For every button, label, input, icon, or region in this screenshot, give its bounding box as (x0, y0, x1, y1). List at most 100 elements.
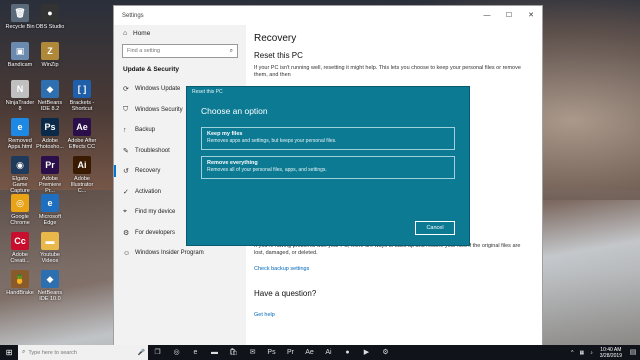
desktop-icon-label: Removed Apps.html (7, 138, 33, 150)
keep-my-files-option[interactable]: Keep my files Removes apps and settings,… (201, 127, 455, 150)
chrome-icon: ◎ (11, 194, 29, 212)
sidebar-item-home[interactable]: ⌂ Home (114, 25, 246, 41)
chrome-taskbar-icon[interactable]: ◎ (167, 345, 186, 360)
backup-icon: ↑ (123, 126, 127, 134)
handbrake-icon: 🍍 (11, 270, 29, 288)
netbeans-icon: ◆ (41, 270, 59, 288)
sidebar-item-label: Recovery (135, 168, 161, 175)
desktop-icon[interactable]: Ps Adobe Photosho... (34, 118, 66, 158)
desktop-icon[interactable]: Cc Adobe Creati... (4, 232, 36, 272)
desktop-icon-label: Recycle Bin (5, 24, 35, 30)
desktop-icon-label: Bandicam (7, 62, 33, 68)
desktop-icon[interactable]: 🍍 HandBrake (4, 270, 36, 310)
cancel-button[interactable]: Cancel (415, 221, 455, 235)
desktop-icon-label: OBS Studio (35, 24, 65, 30)
reset-heading: Reset this PC (254, 51, 303, 60)
sidebar-item-label: Activation (135, 188, 162, 195)
settings-search[interactable]: ⌕ (122, 44, 238, 58)
sidebar-item-label: Backup (135, 127, 156, 134)
illustrator-icon: Ai (73, 156, 91, 174)
elgato-icon: ◉ (11, 156, 29, 174)
store-icon[interactable]: 🛍 (224, 345, 243, 360)
desktop-icon[interactable]: ◆ NetBeans IDE 10.0 (34, 270, 66, 310)
volume-icon[interactable]: ♪ (587, 350, 596, 356)
illustrator-taskbar-icon[interactable]: Ai (319, 345, 338, 360)
photoshop-taskbar-icon[interactable]: Ps (262, 345, 281, 360)
obs-taskbar-icon[interactable]: ● (338, 345, 357, 360)
desktop-icon[interactable]: Ae Adobe After Effects CC (66, 118, 98, 158)
maximize-button[interactable]: ☐ (498, 6, 520, 25)
sidebar-item-label: Windows Update (135, 86, 181, 93)
chevron-up-icon[interactable]: ^ (568, 350, 576, 356)
pinned-apps: ❐ ◎ e ▬ 🛍 ✉ Ps Pr Ae Ai ● ▶ ⚙ (148, 345, 395, 360)
option-title: Keep my files (207, 131, 243, 137)
folder-icon: ▬ (41, 232, 59, 250)
after-effects-taskbar-icon[interactable]: Ae (300, 345, 319, 360)
desktop-icon-label: Microsoft Edge (38, 214, 62, 226)
wrench-icon: ✎ (123, 147, 129, 155)
home-icon: ⌂ (123, 29, 128, 37)
minimize-button[interactable]: — (476, 6, 498, 25)
media-taskbar-icon[interactable]: ▶ (357, 345, 376, 360)
desktop-icon[interactable]: ● OBS Studio (34, 4, 66, 44)
desktop-icon[interactable]: ◉ Elgato Game Capture (4, 156, 36, 196)
start-button[interactable]: ⊞ (0, 345, 18, 360)
network-icon[interactable]: ▦ (577, 350, 588, 356)
desktop-icon-label: Google Chrome (10, 214, 30, 226)
taskbar-search-input[interactable] (28, 349, 138, 356)
search-icon[interactable]: ⌕ (230, 48, 233, 55)
desktop-icon[interactable]: N NinjaTrader 8 (4, 80, 36, 120)
taskbar-search[interactable]: ⌕ 🎤 (18, 345, 148, 360)
desktop-icon[interactable]: ◆ NetBeans IDE 8.2 (34, 80, 66, 120)
sidebar-item-label: Troubleshoot (135, 147, 170, 154)
premiere-icon: Pr (41, 156, 59, 174)
taskbar: ⊞ ⌕ 🎤 ❐◎e▬🛍✉PsPrAeAi●▶⚙ ^▦♪ 10:40 AM 3/2… (0, 345, 640, 360)
after-effects-icon: Ae (73, 118, 91, 136)
desktop-icon[interactable]: ▣ Bandicam (4, 42, 36, 82)
desktop-icon-label: Adobe Illustrator C... (70, 176, 94, 194)
desktop-icon[interactable]: ▬ Youtube Videos (34, 232, 66, 272)
desktop-icon[interactable]: Ai Adobe Illustrator C... (66, 156, 98, 196)
premiere-taskbar-icon[interactable]: Pr (281, 345, 300, 360)
desktop-icon[interactable]: 🗑 Recycle Bin (4, 4, 36, 44)
developers-icon: ⚙ (123, 229, 130, 237)
option-title: Remove everything (207, 160, 258, 166)
windows-update-icon: ⟳ (123, 86, 129, 94)
ninjatrader-icon: N (11, 80, 29, 98)
notifications-icon[interactable]: ▤ (626, 345, 640, 360)
desktop-icon-label: Adobe Premiere Pr... (38, 176, 62, 194)
get-help-link[interactable]: Get help (254, 312, 275, 318)
bandicam-icon: ▣ (11, 42, 29, 60)
find-device-icon: ⌖ (123, 208, 127, 216)
desktop-icon[interactable]: e Removed Apps.html (4, 118, 36, 158)
sidebar-item-label: Windows Security (135, 106, 183, 113)
close-button[interactable]: ✕ (520, 6, 542, 25)
desktop-icon-label: Adobe Creati... (10, 252, 30, 264)
option-description: Removes all of your personal files, apps… (207, 167, 327, 173)
file-explorer-icon[interactable]: ▬ (205, 345, 224, 360)
desktop-icon-label: Brackets - Shortcut (69, 100, 95, 112)
desktop-icon[interactable]: Pr Adobe Premiere Pr... (34, 156, 66, 196)
clock[interactable]: 10:40 AM 3/28/2019 (596, 347, 626, 359)
settings-taskbar-icon[interactable]: ⚙ (376, 345, 395, 360)
section-heading: Update & Security (123, 66, 179, 73)
desktop-icon[interactable]: [ ] Brackets - Shortcut (66, 80, 98, 120)
desktop-icon-label: NinjaTrader 8 (5, 100, 35, 112)
winzip-icon: Z (41, 42, 59, 60)
desktop-icon-label: Adobe Photosho... (36, 138, 64, 150)
question-heading: Have a question? (254, 289, 317, 298)
check-backup-settings-link[interactable]: Check backup settings (254, 266, 309, 272)
remove-everything-option[interactable]: Remove everything Removes all of your pe… (201, 156, 455, 179)
desktop-icon[interactable]: e Microsoft Edge (34, 194, 66, 234)
sidebar-item-windows-insider-program[interactable]: ☺ Windows Insider Program (114, 243, 246, 264)
settings-search-input[interactable] (127, 48, 230, 54)
mail-icon[interactable]: ✉ (243, 345, 262, 360)
clock-date: 3/28/2019 (599, 352, 622, 359)
edge-taskbar-icon[interactable]: e (186, 345, 205, 360)
title-bar[interactable]: Settings — ☐ ✕ (114, 6, 542, 25)
microphone-icon[interactable]: 🎤 (138, 349, 148, 356)
desktop-icon[interactable]: ◎ Google Chrome (4, 194, 36, 234)
desktop-icon[interactable]: Z WinZip (34, 42, 66, 82)
activation-icon: ✓ (123, 188, 129, 196)
task-view-icon[interactable]: ❐ (148, 345, 167, 360)
